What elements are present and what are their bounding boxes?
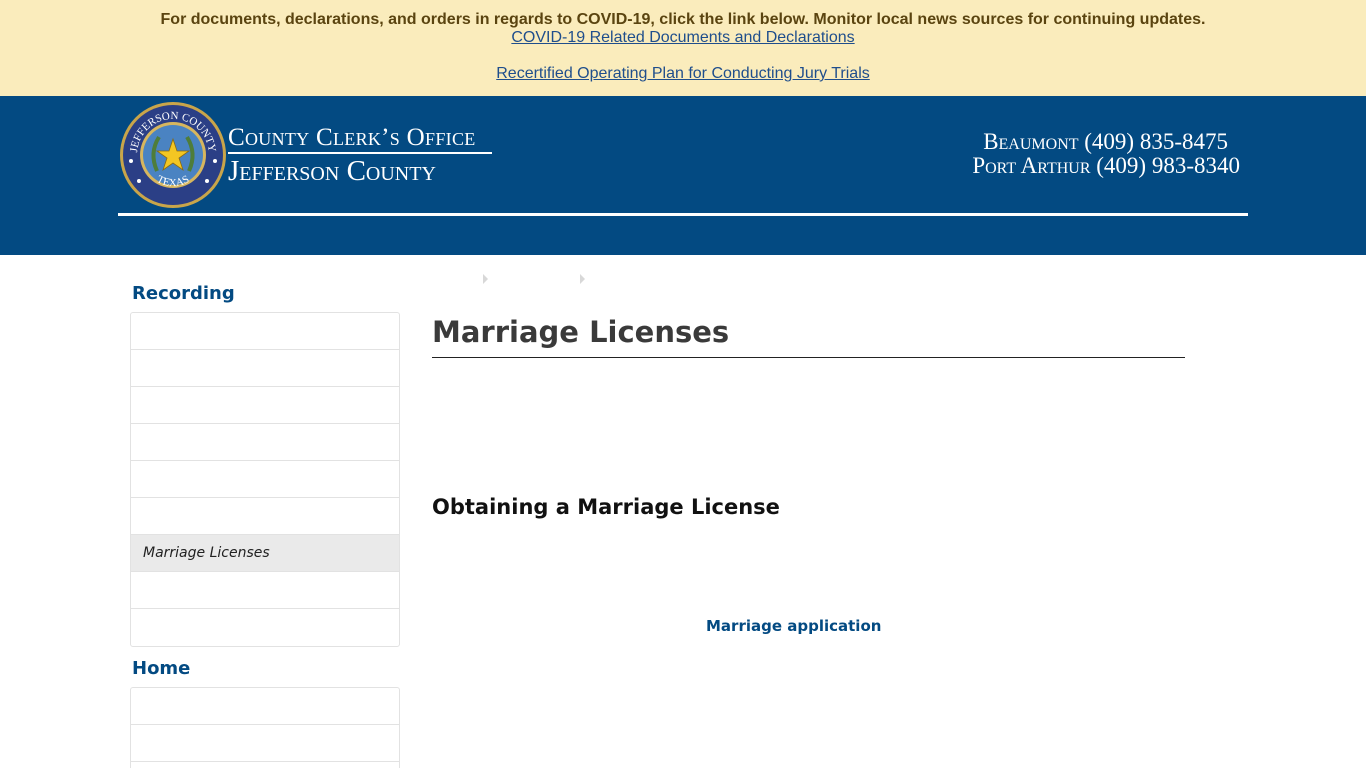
- header-divider: [118, 213, 1248, 216]
- covid-alert-banner: For documents, declarations, and orders …: [0, 0, 1366, 96]
- sidebar-item[interactable]: [131, 572, 399, 609]
- sidebar-item[interactable]: [131, 424, 399, 461]
- section-heading: Obtaining a Marriage License: [432, 495, 780, 519]
- sidebar-item[interactable]: [131, 762, 399, 768]
- title-divider: [432, 357, 1185, 358]
- sidebar-list-recording: Marriage Licenses: [130, 312, 400, 647]
- office-name: County Clerk’s Office: [228, 124, 476, 151]
- sidebar-item[interactable]: [131, 350, 399, 387]
- sidebar-item[interactable]: [131, 688, 399, 725]
- sidebar-item[interactable]: [131, 609, 399, 646]
- sidebar-item[interactable]: [131, 725, 399, 762]
- sidebar-heading-home[interactable]: Home: [132, 658, 190, 679]
- marriage-application-link[interactable]: Marriage application: [706, 617, 881, 635]
- phone-beaumont: Beaumont (409) 835-8475: [983, 129, 1228, 154]
- jury-trials-plan-link[interactable]: Recertified Operating Plan for Conductin…: [0, 65, 1366, 83]
- phone-port-arthur: Port Arthur (409) 983-8340: [972, 153, 1240, 178]
- sidebar-item[interactable]: [131, 387, 399, 424]
- covid-documents-link[interactable]: COVID-19 Related Documents and Declarati…: [0, 29, 1366, 47]
- sidebar-list-home: [130, 687, 400, 768]
- county-name: Jefferson County: [228, 155, 436, 187]
- sidebar-item[interactable]: [131, 498, 399, 535]
- breadcrumb-separator-icon: [483, 274, 488, 284]
- sidebar-item[interactable]: [131, 461, 399, 498]
- page-title: Marriage Licenses: [432, 315, 730, 349]
- alert-message: For documents, declarations, and orders …: [160, 11, 1206, 28]
- brand-divider: [228, 152, 492, 154]
- county-seal-logo[interactable]: JEFFERSON COUNTY TEXAS: [119, 101, 227, 209]
- sidebar-item-marriage-licenses[interactable]: Marriage Licenses: [131, 535, 399, 572]
- breadcrumb-separator-icon: [580, 274, 585, 284]
- sidebar-item[interactable]: [131, 313, 399, 350]
- sidebar-heading-recording[interactable]: Recording: [132, 283, 235, 304]
